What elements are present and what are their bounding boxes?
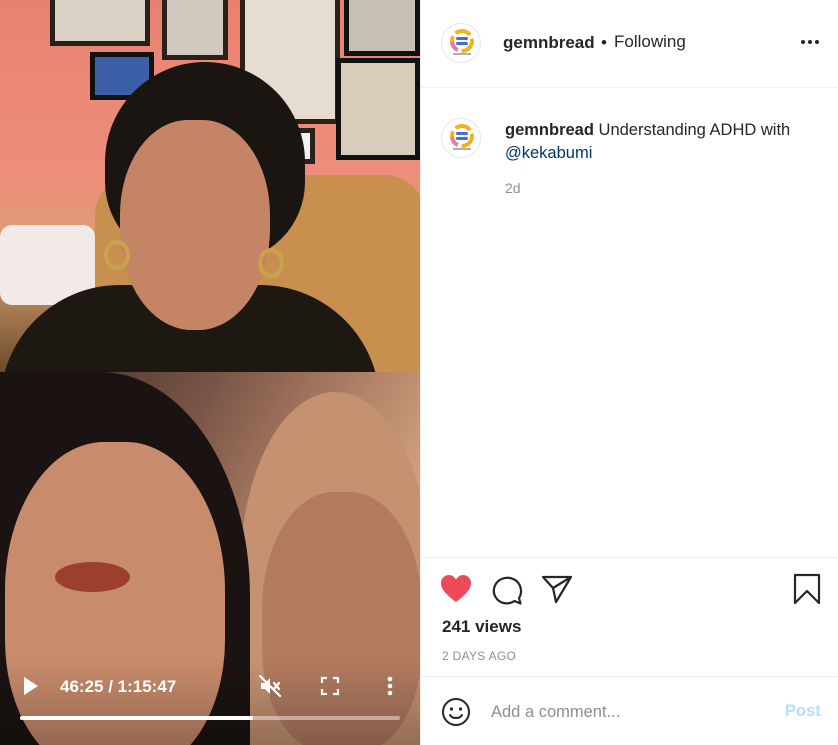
mute-button[interactable]: [258, 674, 282, 698]
gem-and-bread-logo-icon: [450, 29, 474, 55]
live-video-player[interactable]: 46:25 / 1:15:47: [0, 0, 420, 745]
video-feed-host: [0, 0, 420, 372]
post-username[interactable]: gemnbread: [503, 33, 595, 53]
like-button[interactable]: [440, 574, 472, 609]
comment-form: Post: [421, 676, 838, 745]
caption-timestamp[interactable]: 2d: [505, 180, 521, 196]
more-vertical-icon: [387, 676, 393, 696]
video-time: 46:25 / 1:15:47: [60, 677, 177, 696]
guest-lips: [55, 562, 130, 592]
post-details-panel: gemnbread • Following gemnbread Understa…: [420, 0, 838, 745]
earring: [258, 248, 284, 278]
post-header: gemnbread • Following: [421, 0, 838, 88]
share-icon: [541, 575, 573, 604]
heart-icon: [441, 575, 471, 602]
video-progress-bar[interactable]: [20, 716, 400, 720]
wall-frame: [336, 58, 420, 160]
video-options-button[interactable]: [382, 674, 398, 698]
mute-icon: [258, 674, 282, 698]
caption-avatar[interactable]: [441, 118, 481, 158]
separator-dot: •: [601, 33, 607, 52]
post-date[interactable]: 2 DAYS AGO: [442, 649, 516, 663]
wall-frame: [344, 0, 420, 56]
share-button[interactable]: [541, 574, 573, 609]
emoji-button[interactable]: [441, 697, 471, 727]
save-button[interactable]: [793, 573, 821, 610]
video-progress-fill: [20, 716, 253, 720]
view-count[interactable]: 241 views: [442, 617, 521, 637]
play-button[interactable]: [22, 676, 40, 696]
post-options-button[interactable]: [799, 32, 821, 52]
comment-icon: [492, 576, 523, 605]
gem-and-bread-logo-icon: [450, 124, 474, 150]
fullscreen-button[interactable]: [320, 676, 340, 696]
avatar[interactable]: [441, 23, 481, 63]
caption-mention-link[interactable]: @kekabumi: [505, 144, 592, 162]
emoji-icon: [442, 698, 470, 726]
instagram-post-view: 46:25 / 1:15:47 gemnbread • Following ge…: [0, 0, 838, 745]
post-actions: 241 views 2 DAYS AGO: [421, 557, 838, 677]
caption-text: Understanding ADHD with: [598, 121, 791, 139]
comment-button[interactable]: [491, 574, 523, 611]
video-controls: 46:25 / 1:15:47: [0, 660, 420, 745]
following-button[interactable]: Following: [614, 32, 686, 52]
wall-frame: [50, 0, 150, 46]
host-face: [120, 120, 270, 330]
play-icon: [24, 677, 38, 695]
post-comment-button[interactable]: Post: [785, 702, 821, 721]
bookmark-icon: [793, 573, 821, 605]
earring: [104, 240, 130, 270]
wall-frame: [162, 0, 228, 60]
post-caption: gemnbread Understanding ADHD with @kekab…: [505, 119, 805, 165]
fullscreen-icon: [320, 676, 340, 696]
comment-input[interactable]: [491, 699, 771, 725]
more-horizontal-icon: [801, 40, 819, 44]
caption-username[interactable]: gemnbread: [505, 121, 594, 139]
